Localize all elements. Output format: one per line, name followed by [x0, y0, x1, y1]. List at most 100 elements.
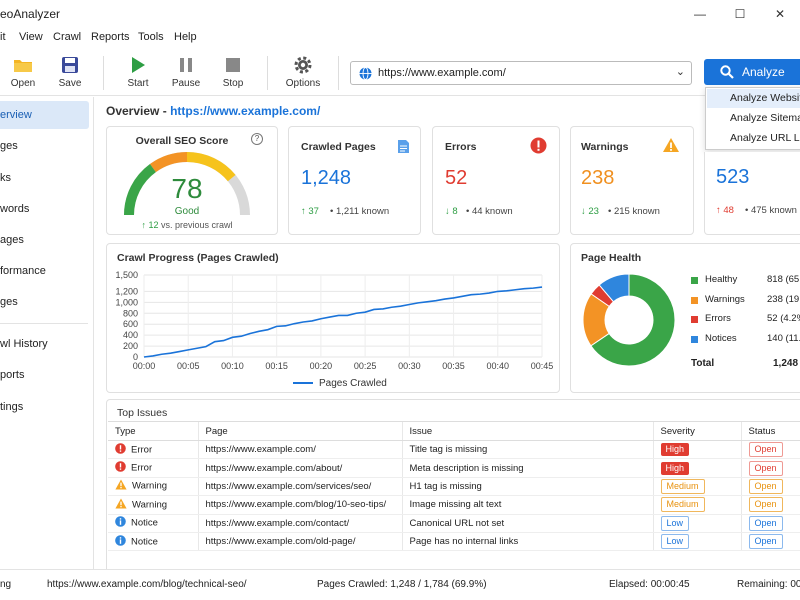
error-icon [115, 461, 126, 475]
issue-row[interactable]: Notice https://www.example.com/old-page/P… [108, 532, 800, 552]
floppy-disk-icon [45, 54, 95, 76]
sidebar-item-pages[interactable]: ges [0, 132, 89, 160]
menu-help[interactable]: Help [174, 31, 197, 43]
sidebar-item-links[interactable]: ks [0, 164, 89, 192]
menu-edit[interactable]: it [0, 31, 6, 43]
pause-button[interactable]: Pause [161, 54, 211, 94]
status-current-url: https://www.example.com/blog/technical-s… [47, 579, 247, 590]
col-status[interactable]: Status [740, 421, 800, 441]
error-icon [115, 442, 126, 457]
status-badge[interactable]: Open [748, 534, 783, 550]
menu-item-analyze-url-list[interactable]: Analyze URL List [707, 129, 800, 148]
warnings-card: Warnings 238 ↓ 23 • 215 known [570, 126, 694, 235]
stat-known: • 44 known [466, 206, 513, 217]
errors-card: Errors 52 ↓ 8 • 44 known [432, 126, 560, 235]
url-text: https://www.example.com/ [378, 67, 506, 79]
sidebar-item-issues[interactable]: ges [0, 288, 89, 316]
col-severity[interactable]: Severity [652, 421, 741, 441]
status-badge[interactable]: Open [748, 460, 783, 476]
status-badge[interactable]: Open [748, 478, 783, 494]
page-title: Overview - https://www.example.com/ [106, 104, 321, 118]
issue-page: https://www.example.com/blog/10-seo-tips… [197, 495, 402, 515]
open-button[interactable]: Open [0, 54, 48, 94]
site-url-link[interactable]: https://www.example.com/ [170, 104, 320, 118]
issue-type: Warning [108, 495, 198, 515]
stop-button[interactable]: Stop [208, 54, 258, 94]
sidebar-divider [0, 323, 88, 324]
issue-page: https://www.example.com/services/seo/ [197, 477, 402, 497]
title-bar: eoAnalyzer — ☐ ✕ [0, 0, 800, 28]
menu-view[interactable]: View [19, 31, 43, 43]
menu-crawl[interactable]: Crawl [53, 31, 81, 43]
menu-reports[interactable]: Reports [91, 31, 130, 43]
x-tick-label: 00:20 [310, 361, 333, 371]
issues-table: Type Page Issue Severity Status Error htt… [108, 421, 800, 552]
play-icon [113, 54, 163, 76]
notice-icon [115, 534, 126, 549]
issue-row[interactable]: Notice https://www.example.com/contact/Ca… [108, 514, 800, 533]
sidebar-item-overview[interactable]: erview [0, 101, 89, 129]
y-tick-label: 1,200 [115, 286, 138, 296]
menu-bar: it View Crawl Reports Tools Help [0, 28, 800, 48]
sidebar-item-crawl-history[interactable]: wl History [0, 330, 89, 358]
issue-row[interactable]: Error https://www.example.com/about/Meta … [108, 458, 800, 478]
help-icon[interactable]: ? [251, 133, 263, 145]
analyze-label: Analyze [742, 65, 785, 79]
sidebar-item-performance[interactable]: formance [0, 257, 89, 285]
analyze-dropdown-menu: Analyze Website Analyze Sitemap Analyze … [705, 87, 800, 150]
legend-swatch [691, 316, 698, 323]
issue-row[interactable]: Warning https://www.example.com/services/… [108, 477, 800, 497]
options-button[interactable]: Options [278, 54, 328, 94]
severity-badge: Medium [660, 497, 705, 513]
warning-icon [662, 137, 680, 156]
issue-type: Notice [108, 532, 198, 552]
stat-value: 1,248 [301, 167, 352, 189]
issue-status: Open [740, 440, 800, 460]
maximize-button[interactable]: ☐ [720, 0, 760, 28]
url-input[interactable]: https://www.example.com/ ⌄ [350, 61, 692, 85]
notice-icon [115, 516, 126, 530]
y-tick-label: 400 [123, 330, 138, 340]
toolbar-separator [267, 56, 268, 90]
sidebar-item-reports[interactable]: ports [0, 361, 89, 389]
chevron-down-icon[interactable]: ⌄ [676, 65, 685, 78]
legend-label: Warnings [705, 293, 745, 305]
x-tick-label: 00:40 [487, 361, 510, 371]
col-type[interactable]: Type [108, 421, 198, 441]
col-page[interactable]: Page [197, 421, 402, 441]
col-issue[interactable]: Issue [401, 421, 653, 441]
status-badge[interactable]: Open [748, 515, 783, 531]
menu-tools[interactable]: Tools [138, 31, 164, 43]
legend-label: Pages Crawled [319, 378, 387, 389]
sidebar-item-settings[interactable]: tings [0, 393, 89, 421]
x-tick-label: 00:35 [442, 361, 465, 371]
globe-icon [359, 67, 372, 83]
issue-severity: Low [652, 514, 741, 533]
window-title: eoAnalyzer [0, 7, 61, 21]
save-button[interactable]: Save [45, 54, 95, 94]
total-value: 1,248 [773, 358, 799, 369]
issue-status: Open [740, 458, 800, 478]
sidebar-item-images[interactable]: ages [0, 226, 89, 254]
issue-row[interactable]: Error https://www.example.com/Title tag i… [108, 440, 800, 460]
issue-row[interactable]: Warning https://www.example.com/blog/10-s… [108, 495, 800, 515]
issue-status: Open [740, 495, 800, 515]
severity-badge: High [660, 461, 690, 475]
menu-item-analyze-sitemap[interactable]: Analyze Sitemap [707, 109, 800, 128]
close-button[interactable]: ✕ [760, 0, 800, 28]
start-button[interactable]: Start [113, 54, 163, 94]
analyze-button[interactable]: Analyze [704, 59, 800, 85]
x-tick-label: 00:30 [398, 361, 421, 371]
minimize-button[interactable]: — [680, 0, 720, 28]
document-icon [397, 139, 410, 157]
status-badge[interactable]: Open [748, 497, 783, 513]
crawled-pages-card: Crawled Pages 1,248 ↑ 37 • 1,211 known [288, 126, 421, 235]
search-icon [720, 65, 734, 82]
sidebar-item-keywords[interactable]: words [0, 195, 89, 223]
stat-known: • 215 known [608, 206, 660, 217]
issue-page: https://www.example.com/old-page/ [197, 532, 402, 552]
menu-item-analyze-website[interactable]: Analyze Website [707, 89, 800, 108]
status-badge[interactable]: Open [748, 442, 783, 458]
status-remaining: Remaining: 00:0 [737, 579, 800, 590]
stat-delta: ↓ 8 [445, 206, 458, 217]
